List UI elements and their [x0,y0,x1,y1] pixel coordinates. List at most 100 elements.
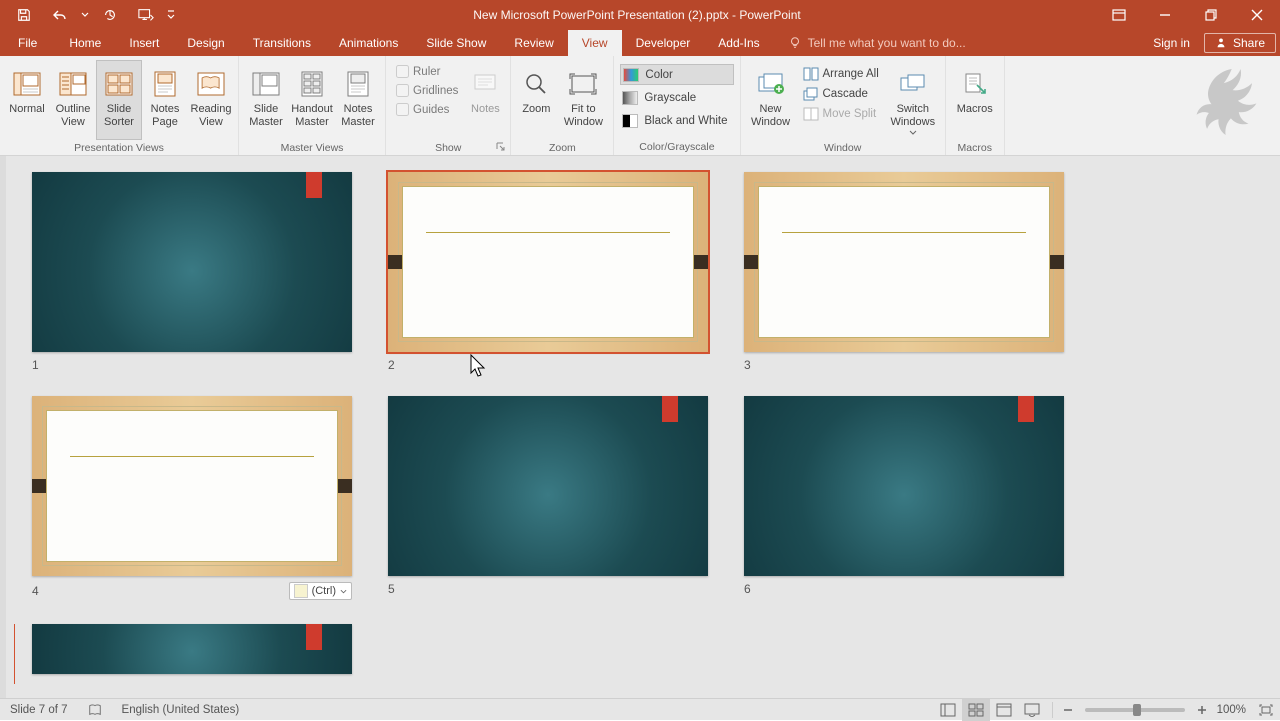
group-label-zoom: Zoom [511,140,613,156]
color-mode-bw[interactable]: Black and White [620,110,733,131]
share-button[interactable]: Share [1204,33,1276,53]
dragon-logo-icon [1186,62,1274,150]
group-macros: Macros Macros [946,56,1005,155]
group-label-macros: Macros [946,140,1004,156]
notes-button: Notes [464,60,506,140]
tell-me-label: Tell me what you want to do... [808,36,966,50]
tab-view[interactable]: View [568,30,622,56]
color-mode-grayscale[interactable]: Grayscale [620,87,733,108]
cascade-button[interactable]: Cascade [799,84,883,104]
slide-thumbnail-1[interactable]: 1 [32,172,352,372]
group-label-show: Show [386,140,510,156]
notes-master-button[interactable]: Notes Master [335,60,381,140]
save-button[interactable] [6,0,42,30]
fit-to-window-button[interactable]: Fit to Window [557,60,609,140]
group-window: New Window Arrange All Cascade Move Spli… [741,56,946,155]
slide-thumbnail-5[interactable]: 5 [388,396,708,600]
tab-design[interactable]: Design [173,30,238,56]
slide-number: 6 [744,582,1064,596]
new-window-button[interactable]: New Window [745,60,797,140]
outline-view-button[interactable]: Outline View [50,60,96,140]
slide-thumbnail-6[interactable]: 6 [744,396,1064,600]
tell-me-search[interactable]: Tell me what you want to do... [788,30,966,56]
zoom-out-button[interactable] [1059,701,1077,719]
undo-dropdown[interactable] [78,0,92,30]
slide-thumbnail-3[interactable]: 3 [744,172,1064,372]
group-show: Ruler Gridlines Guides Notes Show [386,56,511,155]
spell-check-button[interactable] [78,703,112,717]
switch-windows-button[interactable]: Switch Windows [885,60,941,140]
status-language[interactable]: English (United States) [112,704,250,716]
ruler-checkbox[interactable]: Ruler [392,62,462,81]
slide-sorter-button[interactable]: Slide Sorter [96,60,142,140]
guides-checkbox[interactable]: Guides [392,100,462,119]
slide-number: 2 [388,358,708,372]
paste-options-button[interactable]: (Ctrl) [289,582,352,600]
fit-to-window-shortcut[interactable] [1252,699,1280,721]
quick-access-toolbar [0,0,178,30]
group-label-window: Window [741,140,945,156]
tab-transitions[interactable]: Transitions [239,30,325,56]
clipboard-icon [294,584,308,598]
zoom-in-button[interactable] [1193,701,1211,719]
group-color-grayscale: Color Grayscale Black and White Color/Gr… [614,56,740,155]
group-label-presentation-views: Presentation Views [0,140,238,156]
group-label-color: Color/Grayscale [614,139,739,155]
reading-view-shortcut[interactable] [990,699,1018,721]
sign-in-link[interactable]: Sign in [1139,30,1204,56]
macros-button[interactable]: Macros [950,60,1000,140]
slideshow-shortcut[interactable] [1018,699,1046,721]
document-title: New Microsoft PowerPoint Presentation (2… [178,8,1096,22]
start-from-beginning-button[interactable] [128,0,164,30]
title-bar: New Microsoft PowerPoint Presentation (2… [0,0,1280,30]
zoom-slider[interactable] [1085,708,1185,712]
redo-button[interactable] [92,0,128,30]
slide-master-button[interactable]: Slide Master [243,60,289,140]
slide-number: 5 [388,582,708,596]
qat-customize-dropdown[interactable] [164,0,178,30]
slide-number: 4 (Ctrl) [32,582,352,600]
slide-number: 1 [32,358,352,372]
tab-home[interactable]: Home [55,30,115,56]
insertion-caret [14,624,15,684]
tab-add-ins[interactable]: Add-Ins [704,30,773,56]
tab-review[interactable]: Review [500,30,567,56]
slide-number: 3 [744,358,1064,372]
group-zoom: Zoom Fit to Window Zoom [511,56,614,155]
notes-page-button[interactable]: Notes Page [142,60,188,140]
book-icon [88,703,102,717]
slide-thumbnail-4[interactable]: 4 (Ctrl) [32,396,352,600]
arrange-all-button[interactable]: Arrange All [799,64,883,84]
slide-sorter-shortcut[interactable] [962,699,990,721]
status-slide-count[interactable]: Slide 7 of 7 [0,704,78,716]
close-button[interactable] [1234,0,1280,30]
show-dialog-launcher[interactable] [494,140,508,154]
move-split-button: Move Split [799,104,883,124]
ribbon-display-options-button[interactable] [1096,0,1142,30]
window-controls [1096,0,1280,30]
minimize-button[interactable] [1142,0,1188,30]
gridlines-checkbox[interactable]: Gridlines [392,81,462,100]
zoom-percentage[interactable]: 100% [1211,704,1252,716]
undo-button[interactable] [42,0,78,30]
restore-button[interactable] [1188,0,1234,30]
slide-sorter-workspace[interactable]: 1 2 3 4 (Ctrl) 5 [0,156,1280,698]
chevron-down-icon [909,130,917,135]
tab-developer[interactable]: Developer [622,30,705,56]
tab-animations[interactable]: Animations [325,30,412,56]
normal-view-button[interactable]: Normal [4,60,50,140]
zoom-button[interactable]: Zoom [515,60,557,140]
reading-view-button[interactable]: Reading View [188,60,234,140]
handout-master-button[interactable]: Handout Master [289,60,335,140]
tab-slide-show[interactable]: Slide Show [412,30,500,56]
group-label-master-views: Master Views [239,140,385,156]
ribbon-tabs: File Home Insert Design Transitions Anim… [0,30,1280,56]
group-master-views: Slide Master Handout Master Notes Master… [239,56,386,155]
color-mode-color[interactable]: Color [620,64,733,85]
tab-file[interactable]: File [0,30,55,56]
slide-thumbnail-2[interactable]: 2 [388,172,708,372]
tab-insert[interactable]: Insert [115,30,173,56]
slide-thumbnail-7[interactable] [32,624,352,674]
normal-view-shortcut[interactable] [934,699,962,721]
view-shortcuts [934,699,1046,721]
